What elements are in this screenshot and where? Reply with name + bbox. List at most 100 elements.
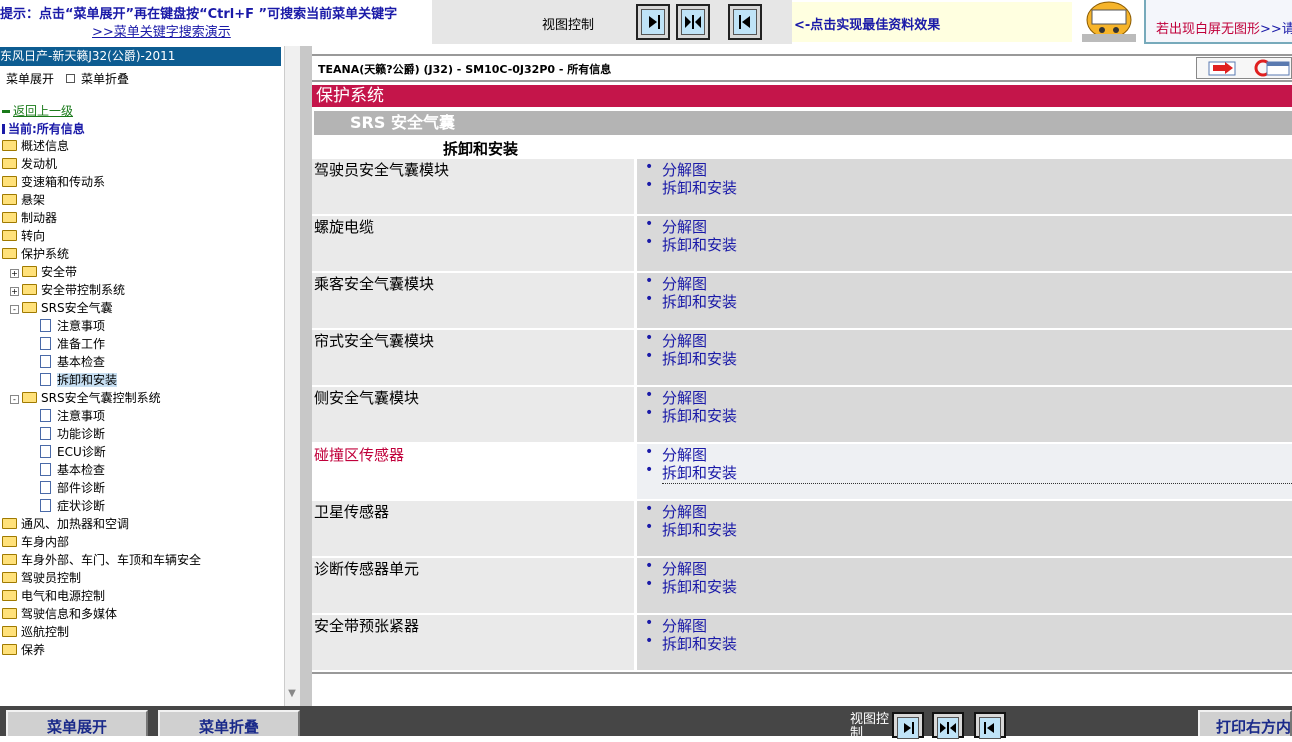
table-row: 驾驶员安全气囊模块分解图拆卸和安装 (312, 159, 1292, 214)
back-link[interactable]: 返回上一级 (2, 102, 73, 119)
removal-installation-link[interactable]: 拆卸和安装 (645, 291, 737, 312)
tree-doc-item[interactable]: ECU诊断 (2, 443, 106, 461)
section-title: 保护系统 (312, 85, 1292, 107)
current-location: 当前:所有信息 (2, 120, 85, 137)
folder-icon (22, 284, 37, 295)
component-links: 分解图拆卸和安装 (637, 444, 1292, 499)
removal-installation-link[interactable]: 拆卸和安装 (645, 234, 737, 255)
table-row: 安全带预张紧器分解图拆卸和安装 (312, 615, 1292, 670)
component-links: 分解图拆卸和安装 (637, 501, 1292, 556)
component-name: 碰撞区传感器 (312, 444, 634, 499)
tree-folder-item[interactable]: + 安全带 (2, 263, 77, 281)
tree-doc-item[interactable]: 准备工作 (2, 335, 105, 353)
component-name: 卫星传感器 (312, 501, 634, 556)
folder-icon (2, 230, 17, 241)
print-right-button[interactable]: 打印右方内 (1198, 710, 1292, 736)
white-screen-link[interactable]: >>请下 (1260, 22, 1292, 37)
tree-folder-item[interactable]: 发动机 (2, 155, 57, 173)
tree-doc-item[interactable]: 部件诊断 (2, 479, 105, 497)
folder-icon (2, 590, 17, 601)
tree-folder-item[interactable]: + 安全带控制系统 (2, 281, 125, 299)
table-row: 螺旋电缆分解图拆卸和安装 (312, 216, 1292, 271)
expand-right-pane-button[interactable] (636, 4, 670, 40)
tree-folder-item[interactable]: 保护系统 (2, 245, 69, 263)
next-page-icon[interactable] (1208, 61, 1236, 76)
table-row: 帘式安全气囊模块分解图拆卸和安装 (312, 330, 1292, 385)
tree-folder-item[interactable]: 变速箱和传动系 (2, 173, 105, 191)
tree-item-label: 悬架 (21, 193, 46, 207)
expand-left-pane-button[interactable] (728, 4, 762, 40)
tree-doc-item[interactable]: 功能诊断 (2, 425, 105, 443)
component-links: 分解图拆卸和安装 (637, 216, 1292, 271)
tree-folder-item[interactable]: 驾驶信息和多媒体 (2, 605, 117, 623)
folder-icon (2, 158, 17, 169)
tree-doc-item[interactable]: 症状诊断 (2, 497, 105, 515)
tree-folder-item[interactable]: 转向 (2, 227, 45, 245)
removal-installation-link[interactable]: 拆卸和安装 (645, 519, 737, 540)
tree-doc-item[interactable]: 基本检查 (2, 353, 105, 371)
removal-installation-link[interactable]: 拆卸和安装 (645, 633, 737, 654)
arrow-left-icon (739, 15, 750, 29)
best-effect-link[interactable]: <-点击实现最佳资料效果 (794, 14, 940, 33)
tree-item-label: 安全带 (41, 265, 78, 279)
bottom-expand-right-button[interactable] (892, 712, 924, 739)
tree-item-label: 通风、加热器和空调 (21, 517, 130, 531)
table-row: 碰撞区传感器分解图拆卸和安装 (312, 444, 1292, 499)
tree-folder-item[interactable]: 车身内部 (2, 533, 69, 551)
tree-folder-item[interactable]: 车身外部、车门、车顶和车辆安全 (2, 551, 201, 569)
bottom-split-button[interactable] (932, 712, 964, 739)
tree-doc-item[interactable]: 注意事项 (2, 317, 105, 335)
tree-item-label: 注意事项 (57, 409, 106, 423)
tree-folder-item[interactable]: 驾驶员控制 (2, 569, 81, 587)
scroll-down-icon[interactable]: ▼ (285, 688, 299, 704)
arrow-right-icon (649, 15, 660, 29)
split-arrows-icon (685, 15, 701, 29)
removal-installation-link[interactable]: 拆卸和安装 (645, 405, 737, 426)
component-name: 安全带预张紧器 (312, 615, 634, 670)
component-links: 分解图拆卸和安装 (637, 387, 1292, 442)
page-nav-icons (1196, 57, 1292, 79)
removal-installation-link[interactable]: 拆卸和安装 (645, 348, 737, 369)
folder-open-icon (22, 392, 37, 403)
tree-item-label: 安全带控制系统 (41, 283, 126, 297)
tree-folder-item[interactable]: 电气和电源控制 (2, 587, 105, 605)
tree-item-label: 概述信息 (21, 139, 70, 153)
bottom-expand-left-button[interactable] (974, 712, 1006, 739)
left-scrollbar[interactable] (284, 46, 301, 706)
tree-folder-item[interactable]: 保养 (2, 641, 45, 659)
arrow-left-icon (984, 722, 994, 734)
tree-item-label: 制动器 (21, 211, 58, 225)
bottom-expand-button[interactable]: 菜单展开 (6, 710, 148, 736)
folder-icon (2, 176, 17, 187)
tree-item-label: 基本检查 (57, 463, 106, 477)
tree-folder-item[interactable]: 制动器 (2, 209, 57, 227)
tree-folder-item[interactable]: 巡航控制 (2, 623, 69, 641)
tree-folder-item[interactable]: 悬架 (2, 191, 45, 209)
expand-toggle-icon[interactable]: + (10, 287, 19, 296)
menu-collapse-link[interactable]: 菜单折叠 (66, 70, 129, 87)
removal-installation-link[interactable]: 拆卸和安装 (645, 462, 1292, 484)
tree-doc-item[interactable]: 拆卸和安装 (2, 371, 118, 389)
bottom-collapse-button[interactable]: 菜单折叠 (158, 710, 300, 736)
menu-expand-link[interactable]: 菜单展开 (6, 70, 54, 87)
collapse-toggle-icon[interactable]: - (10, 395, 19, 404)
tree-folder-item[interactable]: 概述信息 (2, 137, 69, 155)
tree-folder-item[interactable]: 通风、加热器和空调 (2, 515, 129, 533)
expand-toggle-icon[interactable]: + (10, 269, 19, 278)
tree-folder-item[interactable]: - SRS安全气囊控制系统 (2, 389, 161, 407)
tree-item-label: 变速箱和传动系 (21, 175, 106, 189)
search-demo-link[interactable]: >>菜单关键字搜索演示 (92, 21, 231, 40)
return-icon[interactable] (1254, 59, 1290, 77)
tree-doc-item[interactable]: 基本检查 (2, 461, 105, 479)
tree-folder-item[interactable]: - SRS安全气囊 (2, 299, 113, 317)
tree-item-label: 准备工作 (57, 337, 106, 351)
split-pane-button[interactable] (676, 4, 710, 40)
removal-installation-link[interactable]: 拆卸和安装 (645, 576, 737, 597)
tree-doc-item[interactable]: 注意事项 (2, 407, 105, 425)
pane-divider[interactable] (300, 46, 312, 706)
tree-item-label: 部件诊断 (57, 481, 106, 495)
removal-installation-link[interactable]: 拆卸和安装 (645, 177, 737, 198)
collapse-toggle-icon[interactable]: - (10, 305, 19, 314)
white-screen-help[interactable]: 若出现白屏无图形>>请下 (1156, 18, 1292, 37)
folder-icon (2, 518, 17, 529)
